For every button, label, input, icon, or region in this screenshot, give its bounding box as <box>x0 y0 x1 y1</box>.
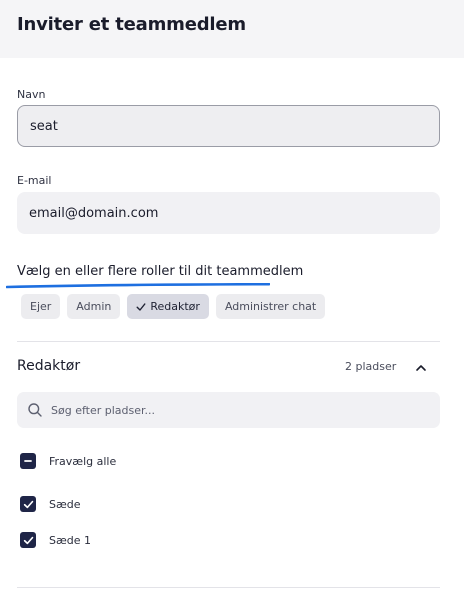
seats-count: 2 pladser <box>345 360 397 373</box>
email-label: E-mail <box>17 174 52 187</box>
minus-icon <box>24 460 32 462</box>
role-chips: Ejer Admin Redaktør Administrer chat <box>21 294 326 319</box>
search-icon <box>28 403 42 417</box>
role-chip-admin[interactable]: Admin <box>67 294 121 319</box>
seat-row[interactable]: Sæde <box>20 496 81 512</box>
seat-row[interactable]: Sæde 1 <box>20 532 91 548</box>
divider <box>17 587 440 588</box>
role-chip-editor[interactable]: Redaktør <box>127 294 209 319</box>
role-chip-label: Administrer chat <box>224 300 317 313</box>
check-icon <box>23 500 33 508</box>
divider <box>17 341 440 342</box>
seat-label: Sæde <box>49 497 81 511</box>
name-label: Navn <box>17 88 46 101</box>
email-field-value: email@domain.com <box>29 205 159 221</box>
seats-section-title: Redaktør <box>17 358 81 374</box>
dialog-title: Inviter et teammedlem <box>17 14 246 35</box>
name-field[interactable]: seat <box>17 105 440 147</box>
deselect-all-label: Fravælg alle <box>49 454 117 468</box>
role-chip-label: Ejer <box>30 300 52 313</box>
annotation-underline <box>6 283 270 289</box>
role-chip-label: Redaktør <box>150 300 200 313</box>
seat-search-input[interactable] <box>51 403 421 417</box>
dialog-header: Inviter et teammedlem <box>0 0 464 58</box>
deselect-all-row[interactable]: Fravælg alle <box>20 453 116 469</box>
seat-checkbox[interactable] <box>20 496 36 512</box>
check-icon <box>136 302 146 311</box>
seat-search[interactable] <box>17 392 440 428</box>
seat-checkbox[interactable] <box>20 532 36 548</box>
seat-label: Sæde 1 <box>49 533 92 547</box>
roles-prompt: Vælg en eller flere roller til dit teamm… <box>17 264 304 279</box>
role-chip-owner[interactable]: Ejer <box>21 294 61 319</box>
role-chip-manage-chat[interactable]: Administrer chat <box>215 294 326 319</box>
check-icon <box>23 536 33 544</box>
role-chip-label: Admin <box>76 300 112 313</box>
name-field-value: seat <box>30 118 58 134</box>
email-field[interactable]: email@domain.com <box>17 192 440 234</box>
deselect-all-checkbox[interactable] <box>20 453 36 469</box>
chevron-up-icon[interactable] <box>412 359 430 377</box>
